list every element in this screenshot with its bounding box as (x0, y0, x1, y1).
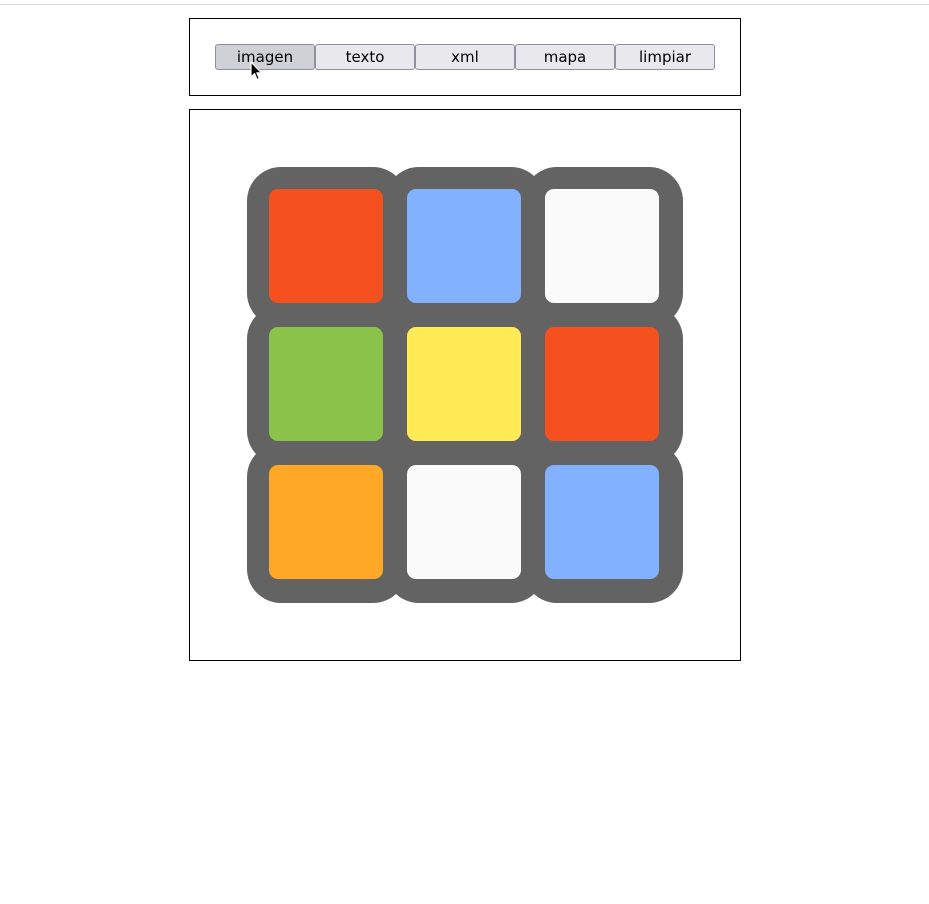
cube-sticker-r2-c1 (407, 465, 521, 579)
cube-sticker-r2-c2 (545, 465, 659, 579)
rubiks-cube-face (247, 167, 683, 603)
cube-sticker-r1-c2 (545, 327, 659, 441)
limpiar-button[interactable]: limpiar (615, 44, 715, 70)
cube-sticker-r0-c0 (269, 189, 383, 303)
button-row: imagen texto xml mapa limpiar (215, 44, 715, 70)
mapa-button[interactable]: mapa (515, 44, 615, 70)
cube-sticker-r1-c0 (269, 327, 383, 441)
cube-sticker-r0-c2 (545, 189, 659, 303)
mouse-pointer-icon (250, 61, 263, 81)
imagen-button[interactable]: imagen (215, 44, 315, 70)
cube-sticker-r0-c1 (407, 189, 521, 303)
image-canvas (189, 109, 741, 661)
cube-sticker-r1-c1 (407, 327, 521, 441)
toolbar-panel: imagen texto xml mapa limpiar (189, 18, 741, 96)
xml-button[interactable]: xml (415, 44, 515, 70)
top-divider (0, 4, 929, 5)
cube-sticker-r2-c0 (269, 465, 383, 579)
texto-button[interactable]: texto (315, 44, 415, 70)
